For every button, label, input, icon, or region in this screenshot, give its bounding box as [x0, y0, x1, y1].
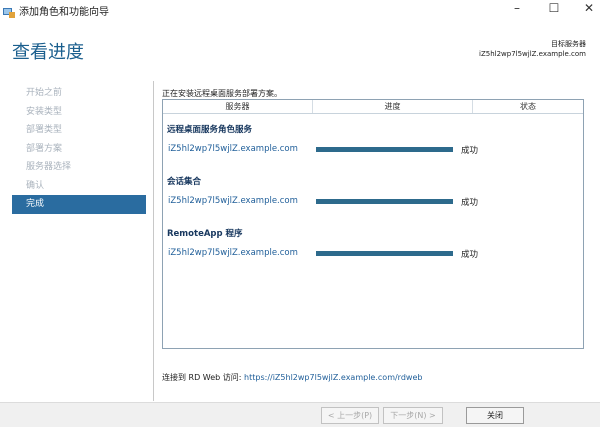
nav-item-confirmation: 确认: [26, 180, 45, 191]
minimize-button[interactable]: –: [500, 0, 534, 18]
row-status: 成功: [461, 198, 479, 208]
rd-web-access-line: 连接到 RD Web 访问: https://iZ5hl2wp7l5wjlZ.e…: [162, 372, 422, 383]
progress-bar: [316, 147, 453, 152]
nav-item-installation-type: 安装类型: [26, 106, 63, 117]
group-title: RemoteApp 程序: [167, 229, 243, 239]
row-server-name: iZ5hl2wp7l5wjlZ.example.com: [168, 248, 298, 258]
progress-list: 服务器 进度 状态 远程桌面服务角色服务 iZ5hl2wp7l5wjlZ.exa…: [162, 99, 584, 349]
next-button[interactable]: 下一步(N) >: [383, 407, 443, 424]
target-server-value: iZ5hl2wp7l5wjlZ.example.com: [479, 50, 586, 58]
list-header: 服务器 进度 状态: [163, 100, 583, 114]
progress-bar-fill: [316, 147, 453, 152]
group-title: 远程桌面服务角色服务: [167, 125, 253, 135]
previous-button[interactable]: < 上一步(P): [321, 407, 379, 424]
progress-bar-fill: [316, 199, 453, 204]
window-title: 添加角色和功能向导: [19, 7, 109, 18]
row-server-name: iZ5hl2wp7l5wjlZ.example.com: [168, 144, 298, 154]
progress-bar: [316, 251, 453, 256]
progress-bar-fill: [316, 251, 453, 256]
group-title: 会话集合: [167, 177, 202, 187]
maximize-button[interactable]: ☐: [537, 0, 571, 18]
close-button[interactable]: 关闭: [466, 407, 524, 424]
rd-web-access-link[interactable]: https://iZ5hl2wp7l5wjlZ.example.com/rdwe…: [244, 373, 422, 382]
column-header-server[interactable]: 服务器: [163, 100, 313, 113]
nav-item-completion[interactable]: 完成: [12, 195, 146, 214]
column-header-progress[interactable]: 进度: [313, 100, 473, 113]
row-status: 成功: [461, 146, 479, 156]
close-window-button[interactable]: ✕: [572, 0, 600, 18]
progress-bar: [316, 199, 453, 204]
nav-item-before-you-begin: 开始之前: [26, 88, 63, 98]
page-title: 查看进度: [12, 42, 84, 63]
nav-item-server-selection: 服务器选择: [26, 162, 72, 172]
row-status: 成功: [461, 250, 479, 260]
rd-web-access-label: 连接到 RD Web 访问:: [162, 373, 245, 382]
wizard-steps-nav: 开始之前 安装类型 部署类型 部署方案 服务器选择 确认 完成: [12, 84, 146, 214]
target-server-label: 目标服务器: [551, 40, 586, 48]
nav-item-deployment-type: 部署类型: [26, 125, 63, 135]
status-message: 正在安装远程桌面服务部署方案。: [162, 89, 282, 98]
server-manager-icon: [3, 3, 15, 18]
wizard-button-bar: < 上一步(P) 下一步(N) > 关闭: [0, 402, 600, 427]
nav-item-deployment-scenario: 部署方案: [26, 143, 63, 154]
row-server-name: iZ5hl2wp7l5wjlZ.example.com: [168, 196, 298, 206]
column-header-status[interactable]: 状态: [473, 100, 583, 113]
window-titlebar: 添加角色和功能向导 – ☐ ✕: [0, 0, 600, 18]
